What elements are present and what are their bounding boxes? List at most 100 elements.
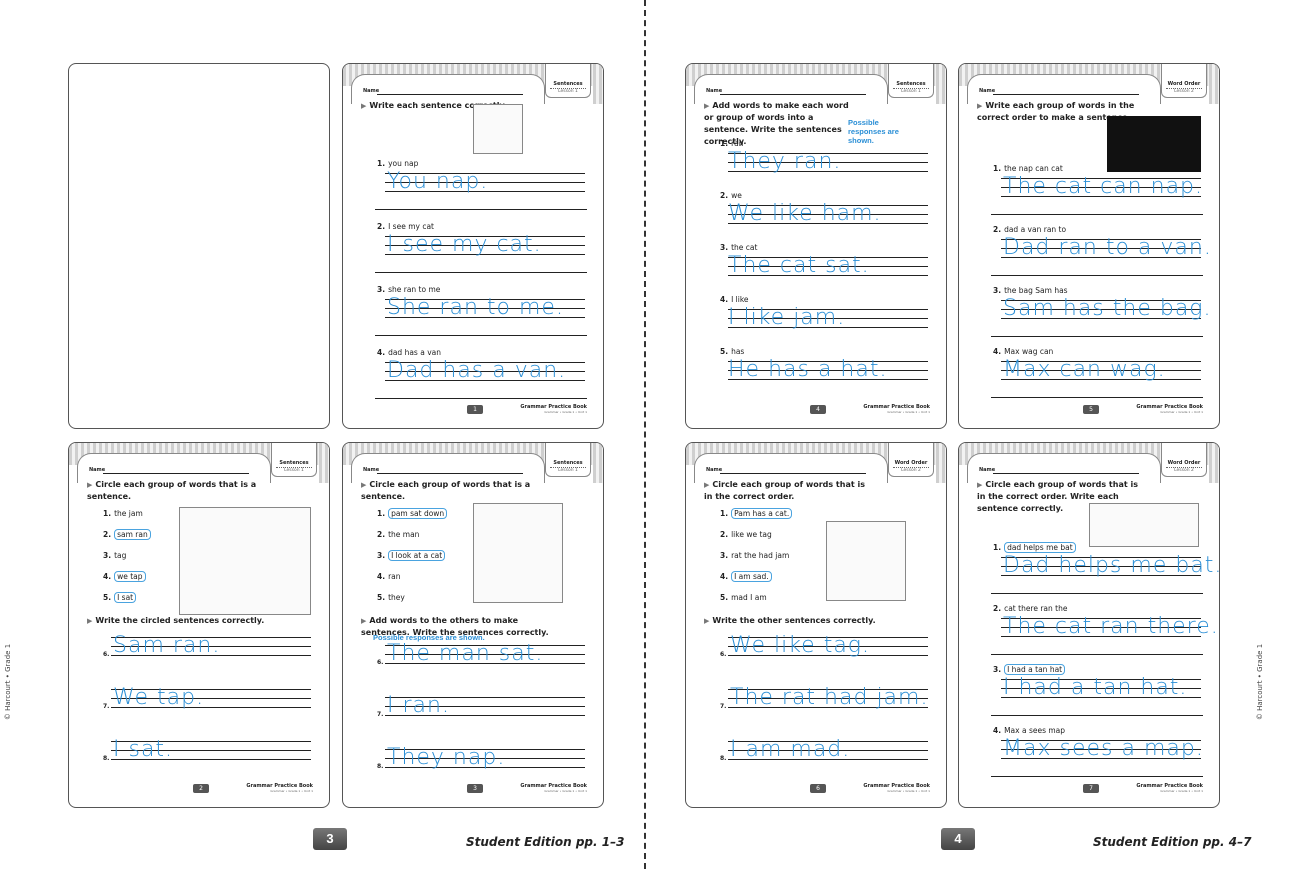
exercise-prompt: 1. you nap xyxy=(377,159,418,168)
handwritten-answer: You nap. xyxy=(387,169,489,194)
handwritten-answer: We tap. xyxy=(113,685,205,710)
item-number: 3. xyxy=(993,286,1002,295)
item-number: 3. xyxy=(377,285,386,294)
lesson-topic: Word Order xyxy=(894,460,928,466)
item-number: 2. xyxy=(103,530,112,539)
item-number: 3. xyxy=(377,551,386,560)
illustration xyxy=(473,503,563,603)
possible-responses-note: Possible responses are shown. xyxy=(848,118,899,145)
lesson-number: Lesson 2 xyxy=(1166,467,1202,473)
handwritten-answer: The rat had jam. xyxy=(730,685,929,710)
arrow-icon: ▶ xyxy=(704,102,710,110)
blank-page xyxy=(68,63,330,429)
name-field[interactable] xyxy=(720,473,866,474)
lesson-topic: Word Order xyxy=(1167,460,1201,466)
header-stripe-right xyxy=(1209,64,1219,104)
page-number: 5 xyxy=(1083,405,1099,414)
circled-prompt: I am sad. xyxy=(731,571,772,582)
lesson-number: Lesson 2 xyxy=(893,467,929,473)
arrow-icon: ▶ xyxy=(361,481,367,489)
page-number: 4 xyxy=(810,405,826,414)
item-number: 1. xyxy=(720,509,729,518)
exercise-prompt: 2. sam ran xyxy=(103,529,151,540)
item-number: 8. xyxy=(377,763,384,770)
book-title: Grammar Practice Book Grammar • Grade 1 •… xyxy=(863,404,930,414)
arrow-icon: ▶ xyxy=(977,481,983,489)
header-stripe-right xyxy=(319,443,329,483)
item-number: 5. xyxy=(377,593,386,602)
instruction: ▶ Circle each group of words that is a se… xyxy=(361,479,531,503)
arrow-icon: ▶ xyxy=(704,481,710,489)
circled-prompt: sam ran xyxy=(114,529,151,540)
exercise-prompt: 5. mad I am xyxy=(720,593,767,602)
name-field[interactable] xyxy=(993,94,1139,95)
item-number: 5. xyxy=(720,347,729,356)
exercise-prompt: 2. we xyxy=(720,191,742,200)
exercise-prompt: 4. we tap xyxy=(103,571,146,582)
handwritten-answer: I ran. xyxy=(387,693,450,718)
exercise-prompt: 1. ran xyxy=(720,139,744,148)
worksheet-page-6: Word Order Lesson 2 Name ▶ Circle each group… xyxy=(685,442,947,808)
page-number: 2 xyxy=(193,784,209,793)
worksheet-page-3: Sentences Lesson 1 Name ▶ Circle each group … xyxy=(342,442,604,808)
item-number: 4. xyxy=(720,295,729,304)
worksheet-page-4: Sentences Lesson 1 Name ▶ Add words to make … xyxy=(685,63,947,429)
prompt-text: she ran to me xyxy=(388,285,441,294)
item-number: 7. xyxy=(377,711,384,718)
item-number: 5. xyxy=(103,593,112,602)
name-field[interactable] xyxy=(377,94,523,95)
handwritten-answer: The cat sat. xyxy=(728,253,870,278)
student-edition-ref-1: Student Edition pp. 1–3 xyxy=(466,835,625,849)
fold-divider xyxy=(644,0,646,869)
circled-prompt: I had a tan hat xyxy=(1004,664,1066,675)
lesson-topic: Sentences xyxy=(896,81,926,87)
lesson-tab: Word Order Lesson 2 xyxy=(1161,443,1207,477)
item-number: 3. xyxy=(993,665,1002,674)
name-field[interactable] xyxy=(103,473,249,474)
exercise-prompt: 3. the cat xyxy=(720,243,757,252)
illustration xyxy=(1107,116,1201,172)
illustration xyxy=(179,507,311,615)
book-subtitle: Grammar • Grade 1 • Unit 1 xyxy=(887,410,930,414)
handwritten-answer: I see my cat. xyxy=(387,232,542,257)
prompt-text: we xyxy=(731,191,742,200)
instruction: ▶ Circle each group of words that is a se… xyxy=(87,479,257,503)
item-number: 2. xyxy=(377,530,386,539)
item-number: 4. xyxy=(377,348,386,357)
exercise-prompt: 4. dad has a van xyxy=(377,348,441,357)
divider-line xyxy=(991,275,1203,276)
handwritten-answer: Sam has the bag. xyxy=(1003,296,1212,321)
divider-line xyxy=(375,335,587,336)
divider-line xyxy=(991,214,1203,215)
header-stripe-right xyxy=(1209,443,1219,483)
arrow-icon: ▶ xyxy=(87,481,93,489)
lesson-topic: Sentences xyxy=(553,81,583,87)
item-number: 5. xyxy=(720,593,729,602)
name-field[interactable] xyxy=(720,94,866,95)
exercise-prompt: 3. she ran to me xyxy=(377,285,440,294)
lesson-number: Lesson 1 xyxy=(550,88,586,94)
page-number: 3 xyxy=(467,784,483,793)
lesson-number: Lesson 1 xyxy=(550,467,586,473)
item-number: 4. xyxy=(720,572,729,581)
prompt-text: the cat xyxy=(731,243,758,252)
handwritten-answer: Dad helps me bat. xyxy=(1003,553,1220,578)
handwritten-answer: Dad has a van. xyxy=(387,358,567,383)
prompt-text: ran xyxy=(731,139,744,148)
book-title: Grammar Practice Book Grammar • Grade 1 •… xyxy=(520,783,587,793)
lesson-number: Lesson 1 xyxy=(276,467,312,473)
exercise-prompt: 2. I see my cat xyxy=(377,222,434,231)
name-field[interactable] xyxy=(377,473,523,474)
instruction-2: ▶ Write the other sentences correctly. xyxy=(704,615,904,627)
book-subtitle: Grammar • Grade 1 • Unit 1 xyxy=(270,789,313,793)
arrow-icon: ▶ xyxy=(704,617,710,625)
divider-line xyxy=(375,272,587,273)
exercise-prompt: 2. like we tag xyxy=(720,530,772,539)
arrow-icon: ▶ xyxy=(977,102,983,110)
name-field[interactable] xyxy=(993,473,1139,474)
lesson-topic: Word Order xyxy=(1167,81,1201,87)
handwritten-answer: They nap. xyxy=(387,745,506,770)
instruction-text: Write the circled sentences correctly. xyxy=(95,616,265,625)
divider-line xyxy=(991,715,1203,716)
item-number: 2. xyxy=(720,530,729,539)
